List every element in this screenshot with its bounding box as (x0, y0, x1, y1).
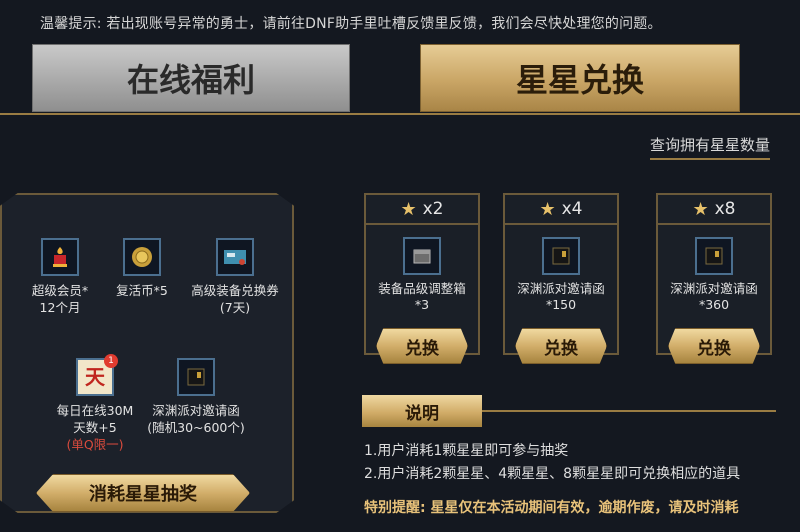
prize-item: 高级装备兑换券 (7天) (175, 238, 295, 316)
star-icon: ★ (539, 198, 556, 220)
card-cost: ★ x2 (366, 195, 478, 225)
prize-sub: (随机30~600个) (147, 420, 245, 435)
explain-line: 1.用户消耗1颗星星即可参与抽奖 (364, 443, 569, 459)
draw-lottery-button[interactable]: 消耗星星抽奖 (36, 474, 250, 512)
star-icon: ★ (692, 198, 709, 220)
cost-label: x2 (422, 199, 444, 219)
day-icon: 天 1 (76, 354, 118, 396)
card-item-qty: *150 (545, 297, 577, 312)
tab-online-welfare[interactable]: 在线福利 (32, 44, 350, 112)
prize-sub: (7天) (219, 300, 251, 315)
warning-text: 特别提醒: 星星仅在本活动期间有效，逾期作废，请及时消耗 (364, 500, 739, 516)
vip-icon (41, 238, 79, 276)
invitation-icon (542, 237, 580, 275)
explain-line: 2.用户消耗2颗星星、4颗星星、8颗星星即可兑换相应的道具 (364, 466, 741, 482)
invitation-icon (695, 237, 733, 275)
card-item-qty: *360 (698, 297, 730, 312)
prize-name: 深渊派对邀请函 (152, 403, 240, 418)
exchange-button[interactable]: 兑换 (376, 328, 468, 364)
ticket-icon (216, 238, 254, 276)
prize-sub: 12个月 (39, 300, 81, 315)
query-stars-link[interactable]: 查询拥有星星数量 (650, 134, 771, 160)
count-badge: 1 (104, 354, 118, 368)
card-item-name: 深渊派对邀请函 (517, 281, 605, 296)
explain-title: 说明 (362, 395, 482, 427)
notice-text: 温馨提示: 若出现账号异常的勇士，请前往DNF助手里吐槽反馈里反馈，我们会尽快处… (40, 16, 662, 32)
divider (0, 113, 800, 115)
prize-limit: (单Q限一) (66, 437, 124, 452)
prize-name: 高级装备兑换券 (191, 283, 279, 298)
card-cost: ★ x4 (505, 195, 617, 225)
coin-icon (123, 238, 161, 276)
card-item-name: 装备品级调整箱 (378, 281, 466, 296)
card-item-qty: *3 (414, 297, 430, 312)
exchange-button[interactable]: 兑换 (515, 328, 607, 364)
card-item-name: 深渊派对邀请函 (670, 281, 758, 296)
star-icon: ★ (400, 198, 417, 220)
invitation-icon (177, 358, 215, 396)
cost-label: x4 (561, 199, 583, 219)
explain-divider (482, 410, 776, 412)
tab-star-exchange[interactable]: 星星兑换 (420, 44, 740, 112)
box-icon (403, 237, 441, 275)
prize-item: 深渊派对邀请函 (随机30~600个) (136, 358, 256, 436)
card-cost: ★ x8 (658, 195, 770, 225)
cost-label: x8 (714, 199, 736, 219)
exchange-button[interactable]: 兑换 (668, 328, 760, 364)
